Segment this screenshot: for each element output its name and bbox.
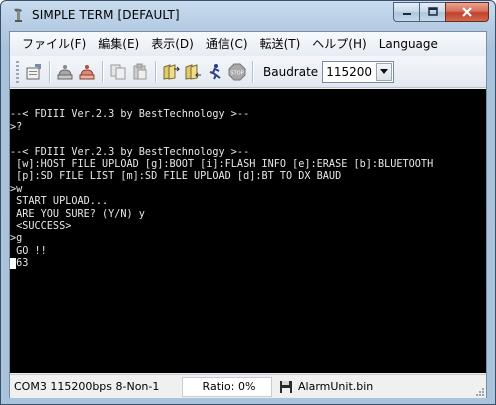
menu-bar: ファイル(F) 編集(E) 表示(D) 通信(C) 転送(T) ヘルプ(H) L… bbox=[10, 32, 486, 56]
window-title: SIMPLE TERM [DEFAULT] bbox=[32, 8, 180, 22]
status-file-name: AlarmUnit.bin bbox=[298, 380, 374, 393]
receive-files-button[interactable] bbox=[182, 61, 204, 83]
properties-icon bbox=[26, 63, 41, 79]
terminal-line: --< FDIII Ver.2.3 by BestTechnology >-- bbox=[10, 146, 250, 158]
app-window: SIMPLE TERM [DEFAULT] ファイル(F) 編集(E) 表示(D… bbox=[0, 0, 496, 405]
maximize-button[interactable] bbox=[419, 2, 445, 22]
caption-buttons bbox=[393, 2, 489, 22]
toolbar-grip[interactable] bbox=[16, 60, 19, 83]
terminal-line: [p]:SD FILE LIST [m]:SD FILE UPLOAD [d]:… bbox=[10, 171, 342, 183]
client-area: ファイル(F) 編集(E) 表示(D) 通信(C) 転送(T) ヘルプ(H) L… bbox=[9, 31, 487, 398]
copy-icon bbox=[110, 64, 126, 79]
menu-help[interactable]: ヘルプ(H) bbox=[306, 33, 372, 55]
resize-grip-icon[interactable] bbox=[473, 385, 485, 397]
toolbar-separator bbox=[252, 60, 253, 83]
terminal-cursor bbox=[10, 258, 17, 270]
properties-button[interactable] bbox=[23, 61, 45, 83]
terminal-line: <SUCCESS> bbox=[10, 220, 72, 232]
send-files-button[interactable] bbox=[160, 61, 182, 83]
terminal-line: >w bbox=[10, 183, 23, 195]
status-bar: COM3 115200bps 8-Non-1 Ratio: 0% AlarmUn… bbox=[10, 374, 486, 398]
toolbar-separator bbox=[102, 60, 103, 83]
disconnect-button[interactable] bbox=[76, 61, 98, 83]
menu-transfer[interactable]: 転送(T) bbox=[254, 33, 307, 55]
toolbar-separator bbox=[49, 60, 50, 83]
menu-edit[interactable]: 編集(E) bbox=[92, 33, 145, 55]
receive-files-icon bbox=[185, 63, 201, 80]
run-button[interactable] bbox=[204, 61, 226, 83]
terminal-line: >? bbox=[10, 121, 23, 133]
terminal-line: >g bbox=[10, 233, 23, 245]
terminal-line: [w]:HOST FILE UPLOAD [g]:BOOT [i]:FLASH … bbox=[10, 158, 434, 170]
maximize-icon bbox=[427, 7, 438, 16]
terminal-line: GO !! bbox=[10, 245, 47, 257]
status-ratio: Ratio: 0% bbox=[182, 376, 272, 397]
baudrate-select[interactable]: 115200 bbox=[322, 60, 395, 83]
close-icon bbox=[462, 7, 472, 17]
disconnect-icon bbox=[79, 64, 95, 79]
stop-button[interactable]: STOP bbox=[226, 61, 248, 83]
send-files-icon bbox=[163, 63, 180, 80]
close-button[interactable] bbox=[445, 2, 489, 22]
toolbar-separator bbox=[155, 60, 156, 83]
terminal-line: START UPLOAD... bbox=[10, 196, 109, 208]
connect-button[interactable] bbox=[54, 61, 76, 83]
stop-icon: STOP bbox=[228, 63, 246, 80]
baudrate-label: Baudrate bbox=[263, 64, 319, 79]
toolbar: STOP Baudrate 115200 bbox=[10, 56, 486, 88]
baudrate-value: 115200 bbox=[326, 64, 372, 79]
title-bar[interactable]: SIMPLE TERM [DEFAULT] bbox=[1, 1, 495, 31]
floppy-disk-icon bbox=[280, 380, 292, 393]
svg-text:STOP: STOP bbox=[230, 70, 243, 76]
menu-file[interactable]: ファイル(F) bbox=[16, 33, 92, 55]
menu-language[interactable]: Language bbox=[373, 33, 444, 55]
terminal-line: --< FDIII Ver.2.3 by BestTechnology >-- bbox=[10, 109, 250, 121]
minimize-icon bbox=[402, 13, 411, 15]
terminal-cursor-line: 63 bbox=[10, 258, 486, 270]
terminal-output[interactable]: --< FDIII Ver.2.3 by BestTechnology >-- … bbox=[10, 89, 486, 373]
menu-view[interactable]: 表示(D) bbox=[145, 33, 200, 55]
status-file: AlarmUnit.bin bbox=[275, 377, 486, 397]
minimize-button[interactable] bbox=[393, 2, 419, 22]
paste-icon bbox=[133, 63, 147, 79]
copy-button[interactable] bbox=[107, 61, 129, 83]
menu-communication[interactable]: 通信(C) bbox=[200, 33, 254, 55]
chevron-down-icon bbox=[380, 68, 389, 74]
app-icon[interactable] bbox=[10, 7, 26, 23]
paste-button[interactable] bbox=[129, 61, 151, 83]
baudrate-dropdown-button[interactable] bbox=[376, 62, 393, 81]
terminal-line: ARE YOU SURE? (Y/N) y bbox=[10, 208, 145, 220]
connect-icon bbox=[57, 64, 73, 79]
status-port: COM3 115200bps 8-Non-1 bbox=[14, 380, 160, 393]
run-icon bbox=[209, 63, 221, 79]
